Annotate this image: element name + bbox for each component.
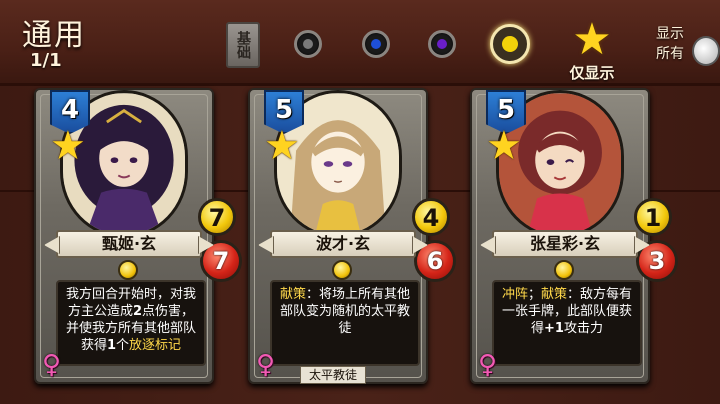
tribe-tag: 太平教徒: [300, 366, 367, 384]
page-indicator: 1/1: [30, 50, 62, 71]
card-text: 献策：将场上所有其他部队变为随机的太平教徒: [270, 280, 420, 366]
show-all-line1: 显示: [656, 26, 684, 42]
basic-filter-button[interactable]: 基础: [226, 22, 260, 68]
gold-jewel-icon: [332, 260, 352, 280]
card-name: 张星彩·玄: [492, 230, 638, 258]
show-all-toggle[interactable]: [692, 36, 720, 66]
gold-jewel-icon: [118, 260, 138, 280]
attack-value: 4: [412, 198, 450, 236]
show-all-label: 显示 所有: [656, 24, 684, 64]
gem-gold-filter[interactable]: [490, 24, 530, 64]
female-icon: ♀: [256, 350, 276, 380]
card-name: 波才·玄: [270, 230, 416, 258]
card-text-part: 个: [116, 338, 130, 353]
card-keyword: 献策: [541, 287, 568, 302]
attack-value: 7: [198, 198, 236, 236]
card-zhangxingcai[interactable]: 5 ★ 1 3 张星彩·玄 冲阵；献策：敌方每有一张手牌，此部队便获得+1攻击力…: [456, 88, 678, 388]
gray-gem-icon: [303, 39, 313, 49]
purple-gem-icon: [437, 39, 447, 49]
card-name: 甄姬·玄: [56, 230, 202, 258]
star-filter-label: 仅显示: [569, 64, 615, 82]
gem-blue-filter[interactable]: [362, 30, 390, 58]
card-keyword: 冲阵: [501, 287, 528, 302]
basic-filter-label: 基础: [235, 31, 251, 59]
rarity-star-icon: ★: [50, 123, 86, 169]
card-text-number: +1: [544, 321, 564, 336]
star-icon: ★: [572, 14, 612, 65]
gold-gem-icon: [502, 36, 518, 52]
card-text: 我方回合开始时，对我方主公造成2点伤害，并使我方所有其他部队获得1个放逐标记: [56, 280, 206, 366]
gem-gray-filter[interactable]: [294, 30, 322, 58]
show-all-line2: 所有: [656, 46, 684, 62]
page-title: 通用: [22, 18, 86, 53]
female-icon: ♀: [478, 350, 498, 380]
gold-jewel-icon: [554, 260, 574, 280]
card-text-part: ；: [527, 287, 541, 302]
card-keyword: 放逐标记: [129, 338, 182, 353]
blue-gem-icon: [371, 39, 381, 49]
card-bocai[interactable]: 5 ★ 4 6 波才·玄 献策：将场上所有其他部队变为随机的太平教徒 ♀ 太平教…: [234, 88, 456, 388]
top-bar: 通用 1/1 基础 ★ 仅显示 显示 所有: [0, 0, 720, 86]
rarity-star-icon: ★: [486, 123, 522, 169]
attack-value: 1: [634, 198, 672, 236]
card-keyword: 献策: [279, 287, 306, 302]
gem-purple-filter[interactable]: [428, 30, 456, 58]
card-text: 冲阵；献策：敌方每有一张手牌，此部队便获得+1攻击力: [492, 280, 642, 366]
card-text-number: 2: [132, 304, 143, 319]
card-text-part: 攻击力: [563, 321, 603, 336]
star-filter-button[interactable]: ★ 仅显示: [564, 14, 620, 83]
card-zhenji[interactable]: 4 ★ 7 7 甄姬·玄 我方回合开始时，对我方主公造成2点伤害，并使我方所有其…: [20, 88, 242, 388]
female-icon: ♀: [42, 350, 62, 380]
rarity-star-icon: ★: [264, 123, 300, 169]
card-text-number: 1: [106, 338, 117, 353]
